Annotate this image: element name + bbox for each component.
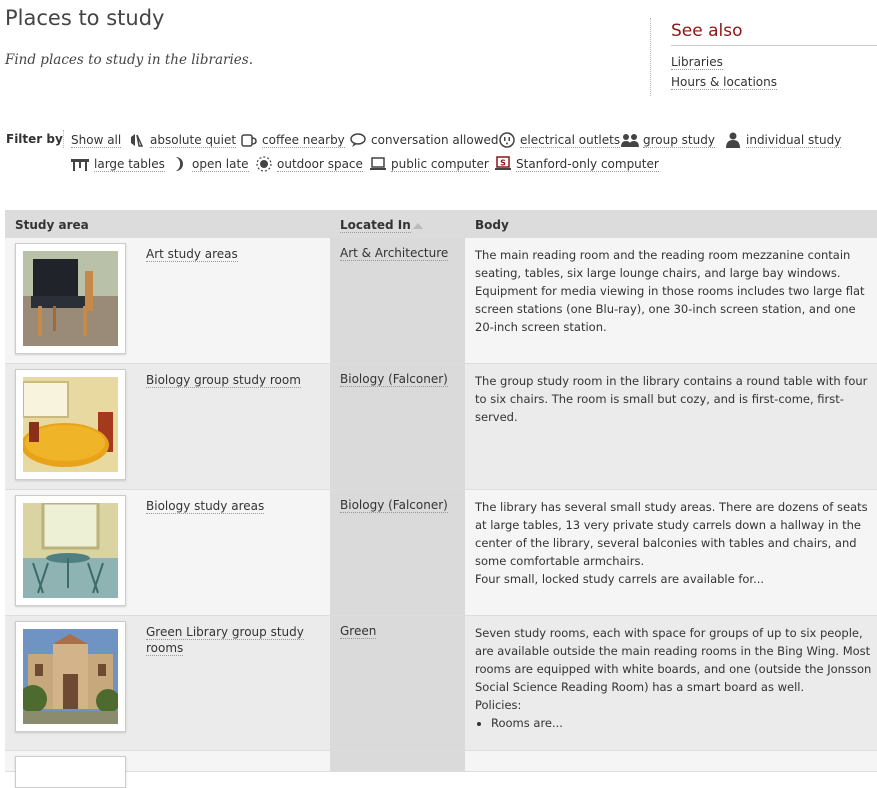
see-also-title: See also — [671, 21, 877, 46]
table-row: Biology study areas Biology (Falconer) T… — [5, 490, 877, 616]
green-library-building-image — [19, 629, 120, 724]
body-list: Rooms are... — [475, 714, 877, 732]
filter-conversation-allowed[interactable]: conversation allowed — [371, 133, 499, 147]
speech-bubble-icon — [349, 132, 367, 148]
thumbnail[interactable] — [15, 243, 126, 354]
filter-electrical-outlets[interactable]: electrical outlets — [520, 133, 621, 148]
page-subtitle: Find places to study in the libraries. — [5, 52, 254, 68]
body-paragraph: Seven study rooms, each with space for g… — [475, 626, 872, 694]
col-located-in[interactable]: Located In — [340, 218, 423, 233]
filter-individual-study[interactable]: individual study — [746, 133, 842, 148]
col-located-in-label[interactable]: Located In — [340, 218, 411, 233]
study-area-link[interactable]: Green Library group study rooms — [146, 624, 321, 656]
filter-outdoor-space[interactable]: outdoor space — [277, 157, 363, 172]
location-link[interactable]: Green — [340, 624, 377, 639]
person-icon — [724, 132, 742, 148]
thumbnail[interactable] — [15, 495, 126, 606]
computer-icon — [369, 156, 387, 172]
study-area-link[interactable]: Biology group study room — [146, 372, 321, 388]
location-link[interactable]: Biology (Falconer) — [340, 498, 448, 513]
sort-ascending-icon — [412, 222, 423, 229]
body-text: The group study room in the library cont… — [475, 374, 868, 424]
filter-by-label: Filter by — [6, 132, 63, 146]
table-row: Green Library group study rooms Green Se… — [5, 616, 877, 751]
table-row — [5, 751, 877, 788]
art-study-chair-image — [23, 251, 118, 346]
libraries-link[interactable]: Libraries — [671, 55, 723, 70]
location-link[interactable]: Art & Architecture — [340, 246, 449, 261]
outlet-icon — [498, 132, 516, 148]
table-row: Art study areas Art & Architecture The m… — [5, 238, 877, 364]
svg-text:S: S — [500, 159, 506, 168]
biology-group-room-image — [21, 377, 118, 472]
filter-coffee-nearby[interactable]: coffee nearby — [262, 133, 345, 148]
sun-icon — [255, 156, 273, 172]
thumbnail[interactable] — [15, 621, 126, 732]
col-body: Body — [475, 218, 509, 232]
study-area-link[interactable]: Art study areas — [146, 246, 321, 262]
table-row: Biology group study room Biology (Falcon… — [5, 364, 877, 490]
hours-locations-link[interactable]: Hours & locations — [671, 75, 778, 90]
page-title: Places to study — [5, 6, 165, 30]
filter-public-computer[interactable]: public computer — [391, 157, 489, 172]
list-item: Rooms are... — [491, 714, 877, 732]
filter-absolute-quiet[interactable]: absolute quiet — [150, 133, 237, 148]
see-also-box: See also Libraries Hours & locations — [650, 18, 877, 96]
biology-study-area-image — [23, 501, 118, 598]
body-paragraph: Policies: — [475, 698, 522, 712]
body-paragraph: Four small, locked study carrels are ava… — [475, 572, 765, 586]
quiet-icon — [128, 132, 146, 148]
group-icon — [621, 132, 639, 148]
filter-open-late[interactable]: open late — [192, 157, 249, 172]
col-study-area[interactable]: Study area — [15, 218, 89, 232]
stanford-computer-icon: S — [494, 156, 512, 172]
body-text: The library has several small study area… — [475, 498, 877, 588]
coffee-cup-icon — [240, 132, 258, 148]
filter-group-study[interactable]: group study — [643, 133, 715, 148]
thumbnail[interactable] — [15, 756, 126, 788]
table-header: Study area Located In Body — [5, 210, 877, 238]
filter-divider — [63, 130, 65, 148]
location-link[interactable]: Biology (Falconer) — [340, 372, 448, 387]
thumbnail[interactable] — [15, 369, 126, 480]
filter-show-all[interactable]: Show all — [71, 133, 122, 148]
body-text: The main reading room and the reading ro… — [475, 248, 865, 334]
filter-large-tables[interactable]: large tables — [94, 157, 165, 172]
table-icon — [71, 156, 89, 172]
filter-stanford-only-computer[interactable]: Stanford-only computer — [516, 157, 659, 172]
study-area-link[interactable]: Biology study areas — [146, 498, 321, 514]
moon-icon — [170, 156, 188, 172]
location-column-cell — [330, 751, 465, 771]
body-text: Seven study rooms, each with space for g… — [475, 624, 877, 732]
body-paragraph: The library has several small study area… — [475, 500, 868, 568]
